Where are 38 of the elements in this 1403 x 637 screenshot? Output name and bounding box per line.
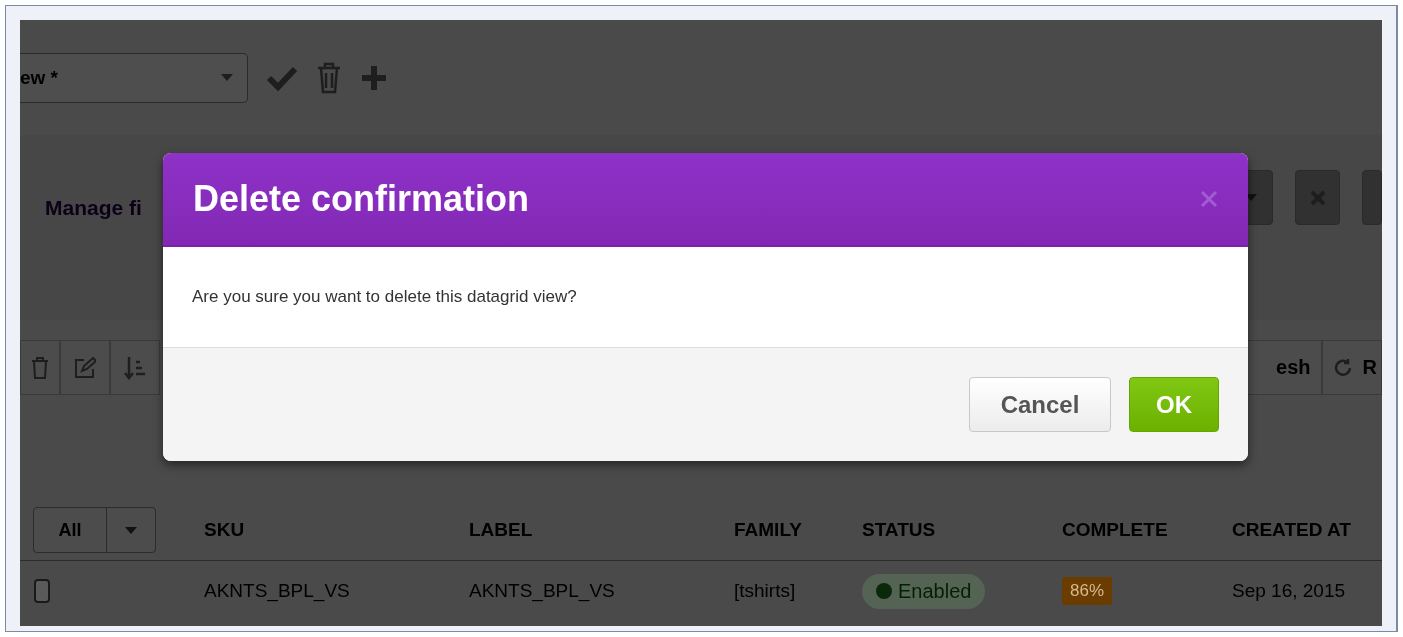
- select-all-dropdown[interactable]: All: [33, 507, 156, 553]
- clear-filter-button[interactable]: [1295, 170, 1340, 225]
- close-icon: [1200, 190, 1218, 208]
- reset-button[interactable]: R: [1321, 340, 1382, 395]
- check-icon[interactable]: [266, 64, 298, 91]
- trash-icon: [31, 356, 49, 379]
- column-header[interactable]: STATUS: [862, 519, 936, 540]
- complete-badge: 86%: [1062, 577, 1113, 605]
- column-header[interactable]: CREATED AT: [1232, 519, 1351, 540]
- plus-icon[interactable]: [360, 63, 388, 92]
- ok-button[interactable]: OK: [1129, 377, 1219, 432]
- column-header[interactable]: LABEL: [469, 519, 533, 540]
- caret-icon: [125, 526, 137, 534]
- table-cell: AKNTS_BPL_VS: [469, 580, 615, 601]
- dialog-title: Delete confirmation: [193, 178, 530, 220]
- cancel-button[interactable]: Cancel: [969, 377, 1111, 432]
- dialog-message: Are you sure you want to delete this datagrid view?: [192, 287, 577, 307]
- delete-button[interactable]: [20, 340, 60, 395]
- refresh-button[interactable]: esh: [1245, 340, 1322, 395]
- refresh-icon: [1332, 357, 1353, 378]
- manage-filters-link[interactable]: Manage fi: [45, 195, 142, 220]
- column-header[interactable]: FAMILY: [734, 519, 802, 540]
- trash-icon[interactable]: [316, 61, 342, 94]
- status-badge: Enabled: [862, 573, 986, 609]
- caret-icon: [221, 74, 233, 81]
- view-select[interactable]: ew *: [20, 52, 248, 103]
- column-header[interactable]: COMPLETE: [1062, 519, 1168, 540]
- close-button[interactable]: [1200, 190, 1218, 208]
- row-checkbox[interactable]: [34, 579, 50, 603]
- table-cell: [tshirts]: [734, 580, 796, 601]
- table-cell: Sep 16, 2015: [1232, 580, 1346, 601]
- column-header[interactable]: SKU: [204, 519, 245, 540]
- filter-button[interactable]: [1362, 170, 1382, 225]
- table-cell: AKNTS_BPL_VS: [204, 580, 350, 601]
- edit-icon: [74, 356, 96, 379]
- sort-icon: [124, 355, 146, 380]
- sort-button[interactable]: [110, 340, 160, 395]
- edit-button[interactable]: [60, 340, 110, 395]
